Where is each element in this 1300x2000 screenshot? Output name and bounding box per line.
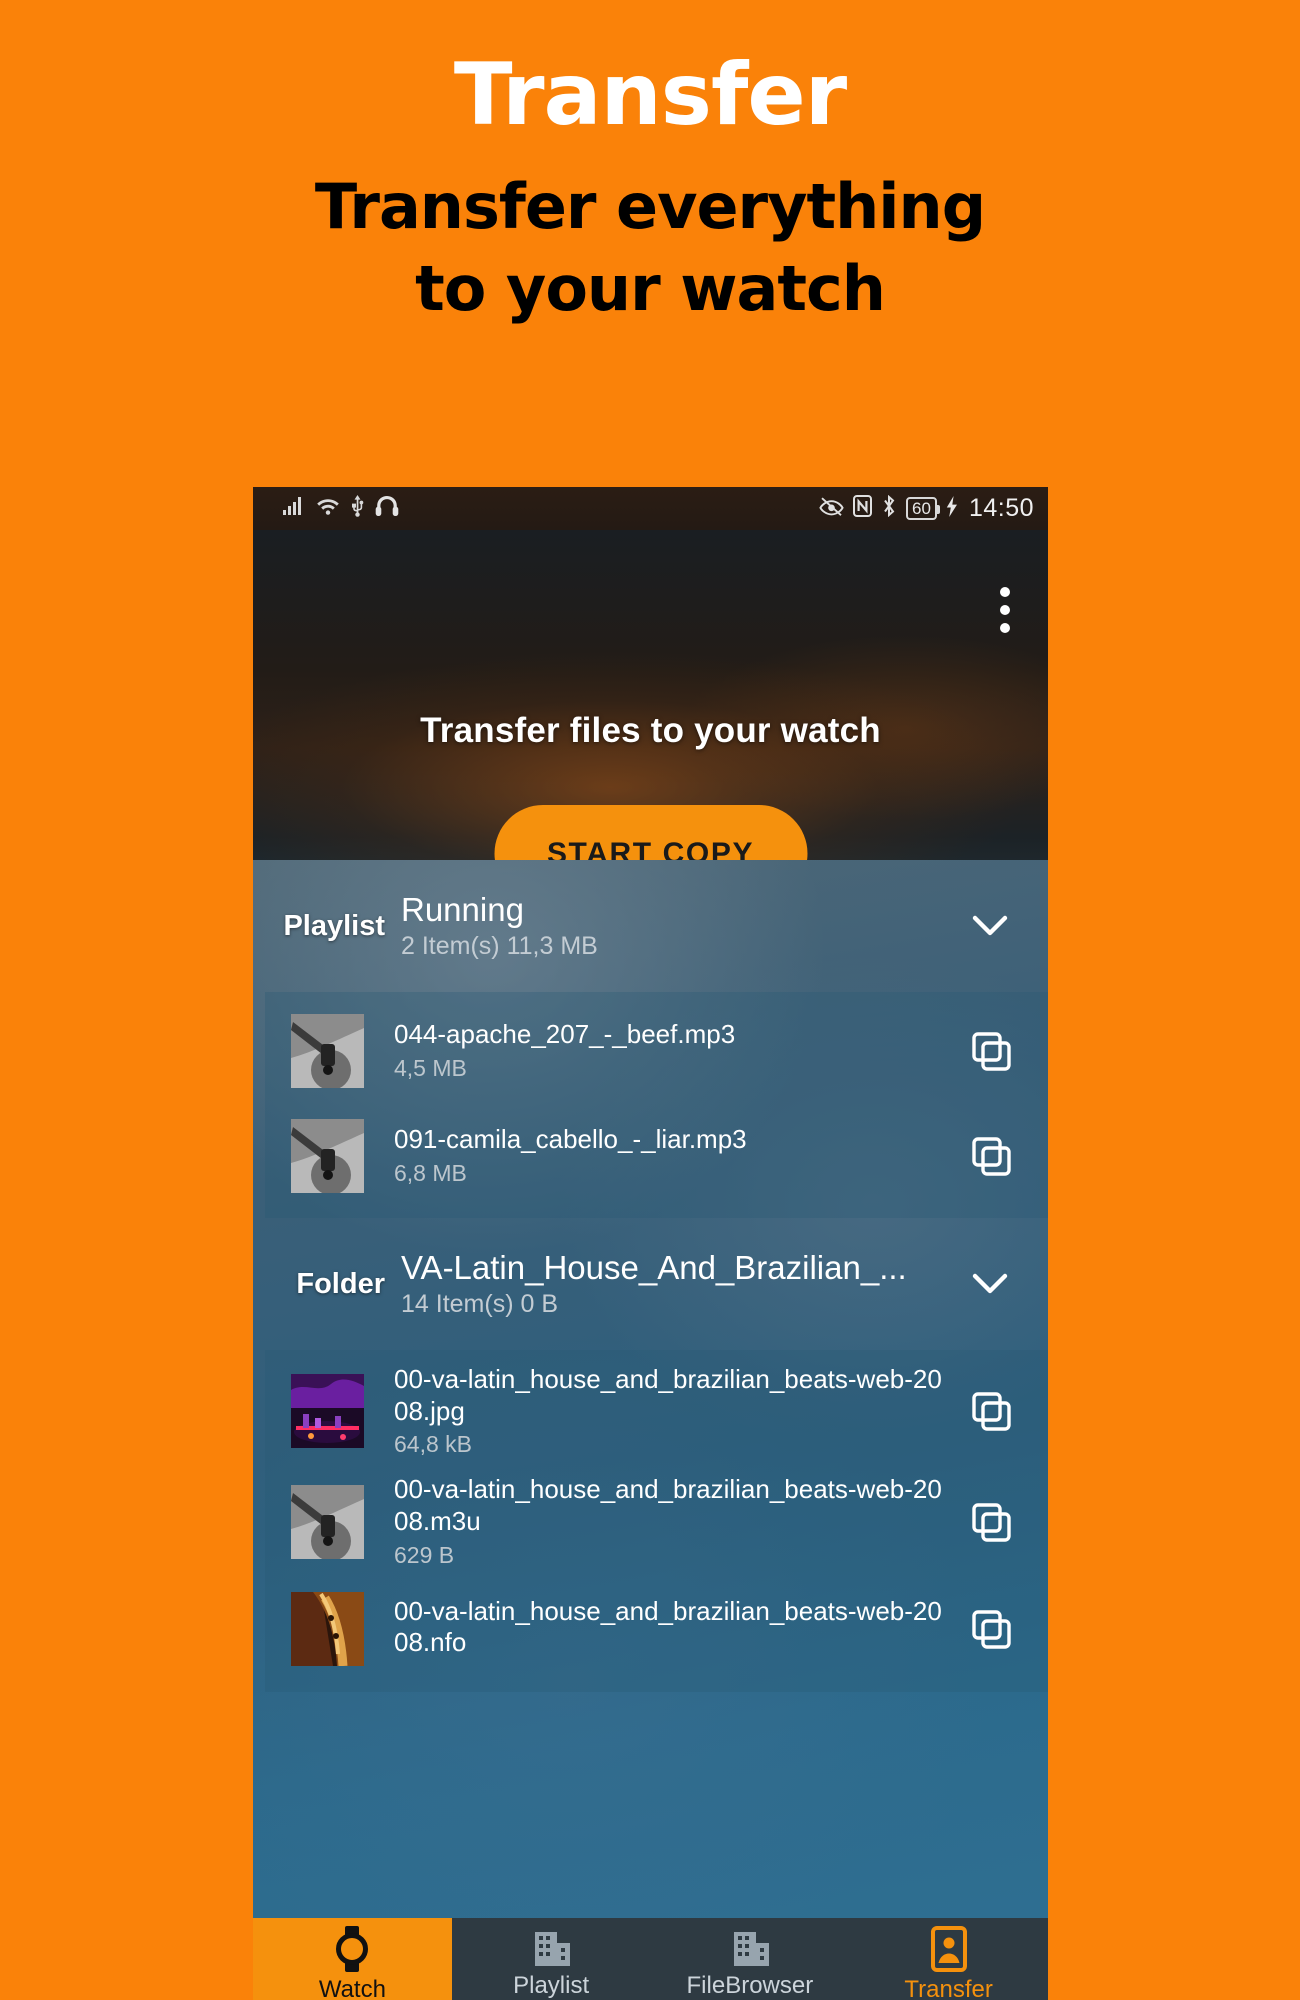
transfer-list: Playlist Running 2 Item(s) 11,3 MB 044-a… xyxy=(253,860,1048,2000)
app-hero-header: Transfer files to your watch START COPY xyxy=(253,530,1048,860)
list-item[interactable]: 091-camila_cabello_-_liar.mp3 6,8 MB xyxy=(265,1103,1048,1208)
file-size: 4,5 MB xyxy=(394,1054,467,1081)
headphones-icon xyxy=(375,495,399,522)
nav-tab-filebrowser[interactable]: FileBrowser xyxy=(651,1918,850,2000)
eye-comfort-icon xyxy=(819,496,844,521)
page-title: Transfer files to your watch xyxy=(420,711,881,750)
list-item-info: 00-va-latin_house_and_brazilian_beats-we… xyxy=(364,1364,968,1458)
status-bar-left xyxy=(283,495,399,522)
saxophone-thumb xyxy=(291,1592,364,1667)
list-item-info: 00-va-latin_house_and_brazilian_beats-we… xyxy=(364,1474,968,1568)
list-item-info: 091-camila_cabello_-_liar.mp3 6,8 MB xyxy=(364,1124,968,1187)
nav-tab-playlist[interactable]: Playlist xyxy=(452,1918,651,2000)
section-header-folder[interactable]: Folder VA-Latin_House_And_Brazilian_... … xyxy=(253,1218,1048,1350)
nav-tab-label: Playlist xyxy=(513,1972,590,1999)
file-name: 044-apache_207_-_beef.mp3 xyxy=(394,1019,736,1050)
file-name: 00-va-latin_house_and_brazilian_beats-we… xyxy=(394,1595,942,1658)
turntable-thumb xyxy=(291,1013,364,1088)
building-icon xyxy=(728,1926,772,1968)
bluetooth-icon xyxy=(881,494,897,522)
section-info: VA-Latin_House_And_Brazilian_... 14 Item… xyxy=(401,1249,964,1320)
copy-icon[interactable] xyxy=(968,1499,1014,1545)
nav-tab-label: FileBrowser xyxy=(686,1972,814,1999)
status-bar-right: 60 14:50 xyxy=(819,494,1034,523)
charging-bolt-icon xyxy=(946,495,958,522)
file-size: 6,8 MB xyxy=(394,1159,467,1186)
file-size: 64,8 kB xyxy=(394,1431,472,1458)
usb-icon xyxy=(351,495,364,522)
promo-subtitle-line1: Transfer everything xyxy=(314,170,986,243)
nav-tab-watch[interactable]: Watch xyxy=(253,1918,452,2000)
dj-booth-thumb xyxy=(291,1374,364,1449)
chevron-down-icon[interactable] xyxy=(964,900,1016,952)
status-bar-clock: 14:50 xyxy=(968,494,1034,522)
wifi-icon xyxy=(316,496,340,521)
copy-icon[interactable] xyxy=(968,1028,1014,1074)
section-meta: 14 Item(s) 0 B xyxy=(401,1290,558,1319)
section-info: Running 2 Item(s) 11,3 MB xyxy=(401,891,964,962)
promo-subtitle-line2: to your watch xyxy=(415,252,886,326)
copy-icon[interactable] xyxy=(968,1388,1014,1434)
nav-tab-transfer[interactable]: Transfer xyxy=(849,1918,1048,2000)
section-rows-folder: 00-va-latin_house_and_brazilian_beats-we… xyxy=(265,1350,1048,1692)
promo-subtitle: Transfer everything to your watch xyxy=(0,166,1300,331)
nav-tab-label: Watch xyxy=(318,1976,386,2000)
start-copy-button[interactable]: START COPY xyxy=(494,805,807,860)
file-name: 091-camila_cabello_-_liar.mp3 xyxy=(394,1124,747,1155)
building-icon xyxy=(529,1926,573,1968)
battery-indicator: 60 xyxy=(906,497,940,520)
signal-icon xyxy=(283,496,305,521)
promo-title: Transfer xyxy=(453,45,847,145)
section-kind-label: Folder xyxy=(296,1267,385,1300)
list-item[interactable]: 00-va-latin_house_and_brazilian_beats-we… xyxy=(265,1577,1048,1682)
status-bar: 60 14:50 xyxy=(253,487,1048,530)
watch-icon xyxy=(332,1926,372,1972)
phone-screenshot: 60 14:50 Transfer files to your watch ST… xyxy=(253,487,1048,2000)
list-item-info: 044-apache_207_-_beef.mp3 4,5 MB xyxy=(364,1019,968,1082)
file-name: 00-va-latin_house_and_brazilian_beats-we… xyxy=(394,1474,942,1537)
bottom-navigation: Watch Playlist FileBrowser Transfer xyxy=(253,1918,1048,2000)
promo-header: Transfer Transfer everything to your wat… xyxy=(0,0,1300,331)
list-item-info: 00-va-latin_house_and_brazilian_beats-we… xyxy=(364,1596,968,1663)
contact-card-icon xyxy=(930,1926,967,1972)
section-name: VA-Latin_House_And_Brazilian_... xyxy=(401,1248,907,1286)
file-name: 00-va-latin_house_and_brazilian_beats-we… xyxy=(394,1364,942,1426)
file-size: 629 B xyxy=(394,1541,455,1568)
copy-icon[interactable] xyxy=(968,1606,1014,1652)
kebab-menu-icon[interactable] xyxy=(1000,587,1010,633)
turntable-thumb xyxy=(291,1484,364,1559)
list-item[interactable]: 00-va-latin_house_and_brazilian_beats-we… xyxy=(265,1466,1048,1576)
section-kind-label: Playlist xyxy=(283,909,385,942)
list-item[interactable]: 00-va-latin_house_and_brazilian_beats-we… xyxy=(265,1356,1048,1466)
section-header-playlist[interactable]: Playlist Running 2 Item(s) 11,3 MB xyxy=(253,860,1048,992)
list-item[interactable]: 044-apache_207_-_beef.mp3 4,5 MB xyxy=(265,998,1048,1103)
chevron-down-icon[interactable] xyxy=(964,1258,1016,1310)
section-name: Running xyxy=(401,890,524,928)
turntable-thumb xyxy=(291,1118,364,1193)
nav-tab-label: Transfer xyxy=(904,1976,993,2000)
section-meta: 2 Item(s) 11,3 MB xyxy=(401,932,598,961)
nfc-icon xyxy=(853,495,873,522)
copy-icon[interactable] xyxy=(968,1133,1014,1179)
section-rows-playlist: 044-apache_207_-_beef.mp3 4,5 MB 091-cam… xyxy=(265,992,1048,1218)
